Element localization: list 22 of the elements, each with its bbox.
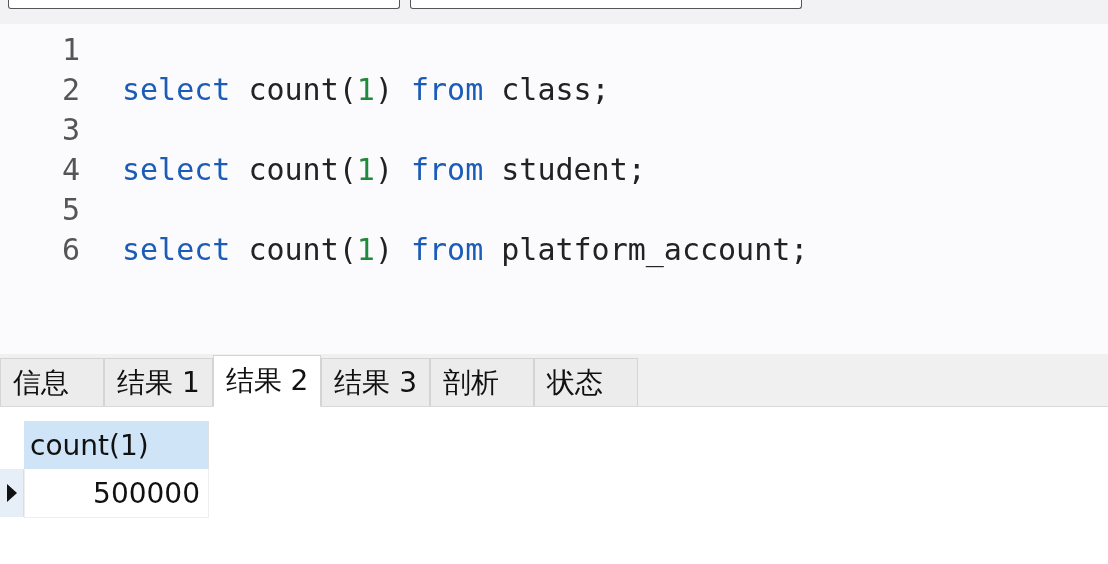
table-cell: 500000 [24, 469, 209, 518]
line-number: 4 [60, 151, 80, 187]
code-line: select count(1) from student; [122, 151, 646, 187]
input-field[interactable] [410, 0, 802, 9]
row-indicator[interactable] [0, 469, 24, 517]
result-tab[interactable]: 结果 3 [321, 358, 431, 406]
result-tab[interactable]: 状态 [534, 358, 639, 406]
result-tab[interactable]: 结果 2 [212, 355, 322, 407]
code-line: select count(1) from platform_account; [122, 231, 809, 267]
line-number: 3 [60, 111, 80, 147]
code-editor[interactable]: 1 2 select count(1) from class; 3 4 select count(1) from student; 5 6 select count(1) from platform_account; [0, 24, 1108, 354]
line-number: 1 [60, 31, 80, 67]
result-tab[interactable]: 结果 1 [104, 358, 213, 406]
result-tab[interactable]: 信息 [0, 358, 104, 406]
input-field[interactable] [8, 0, 400, 9]
column-header[interactable]: count(1) [24, 421, 209, 469]
current-row-icon [5, 483, 18, 503]
code-line: select count(1) from class; [122, 71, 610, 107]
line-number: 6 [60, 231, 80, 267]
result-tab[interactable]: 剖析 [430, 358, 535, 406]
line-number: 5 [60, 191, 80, 227]
line-number: 2 [60, 71, 80, 107]
